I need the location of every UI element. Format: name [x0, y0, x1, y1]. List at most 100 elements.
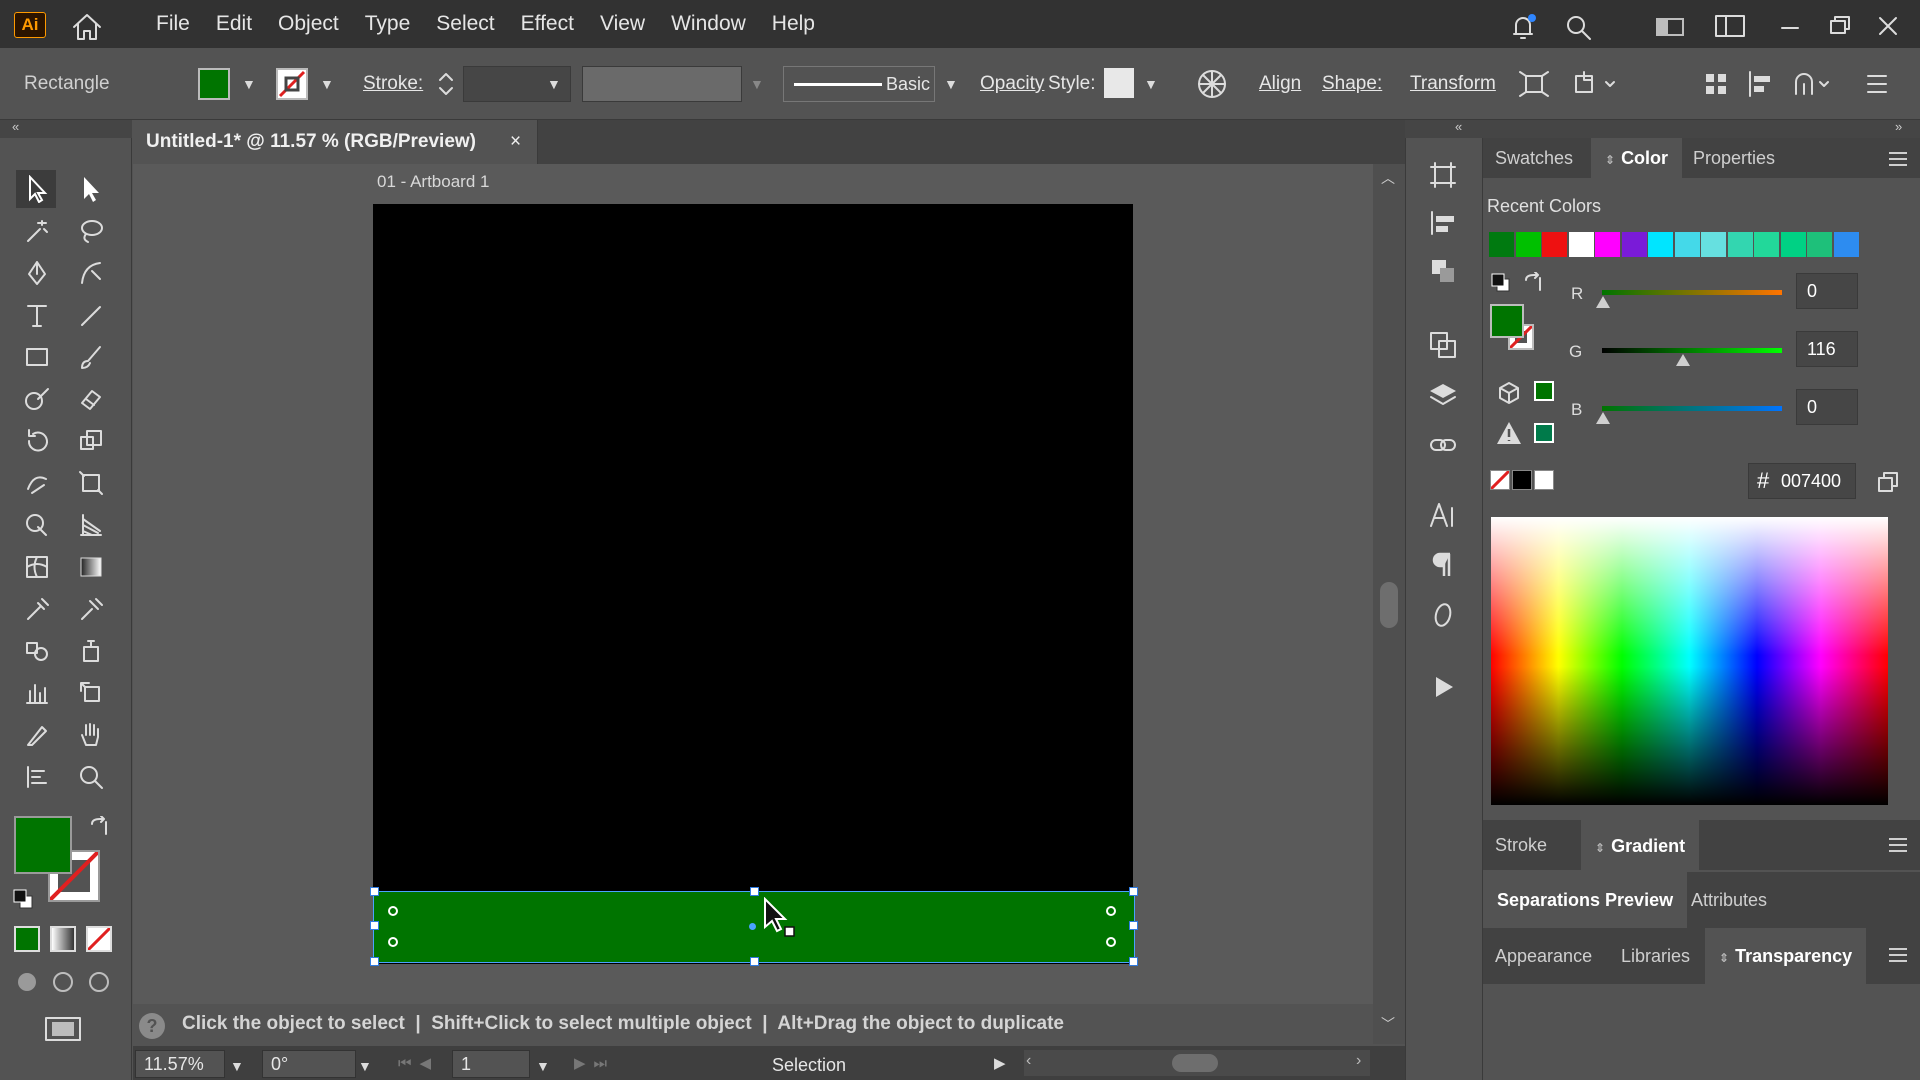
slice-tool-icon[interactable]	[16, 716, 56, 754]
bounding-box-handle[interactable]	[750, 957, 759, 966]
tab-libraries[interactable]: Libraries	[1621, 928, 1690, 984]
arrange-icon[interactable]	[1572, 68, 1620, 100]
shape-label[interactable]: Shape:	[1322, 48, 1382, 120]
shaper-tool-icon[interactable]	[16, 380, 56, 418]
menu-edit[interactable]: Edit	[216, 0, 252, 48]
swap-fill-stroke-icon[interactable]	[1490, 272, 1512, 294]
chevron-down-icon[interactable]: ▼	[944, 76, 958, 92]
restore-icon[interactable]	[1826, 12, 1854, 40]
tab-appearance[interactable]: Appearance	[1495, 928, 1592, 984]
perspective-grid-tool-icon[interactable]	[70, 506, 110, 544]
artboards-panel-icon[interactable]	[1428, 160, 1458, 190]
recent-color-swatch[interactable]	[1621, 232, 1647, 257]
icon-strip-collapse-bar[interactable]: «	[1405, 119, 1483, 138]
selection-tool-icon[interactable]	[16, 170, 56, 208]
none-color-swatch[interactable]	[1490, 470, 1510, 490]
live-corner-widget[interactable]	[1106, 937, 1116, 947]
scrollbar-thumb[interactable]	[1172, 1054, 1218, 1072]
live-corner-widget[interactable]	[388, 937, 398, 947]
hex-value[interactable]: 007400	[1781, 464, 1841, 498]
panel-menu-icon[interactable]	[1889, 948, 1907, 966]
chevron-down-icon[interactable]: ▼	[242, 76, 256, 92]
lasso-tool-icon[interactable]	[70, 212, 110, 250]
paragraph-panel-icon[interactable]	[1428, 550, 1458, 580]
artboard[interactable]	[373, 204, 1133, 964]
color-mode-icon[interactable]	[14, 926, 40, 952]
swap-arrow-icon[interactable]	[1522, 272, 1544, 294]
gradient-mode-icon[interactable]	[50, 926, 76, 952]
menu-window[interactable]: Window	[671, 0, 746, 48]
pathfinder-icon[interactable]	[1790, 68, 1834, 100]
fill-color-box-front[interactable]	[14, 816, 72, 874]
r-slider-knob[interactable]	[1596, 296, 1610, 308]
layers-panel-icon[interactable]	[1428, 380, 1458, 410]
color-fill-swatch-front[interactable]	[1490, 304, 1524, 338]
recent-color-swatch[interactable]	[1489, 232, 1514, 257]
brush-definition[interactable]: Basic	[783, 66, 935, 102]
zoom-tool-icon[interactable]	[70, 758, 110, 796]
menu-view[interactable]: View	[600, 0, 645, 48]
arrange-documents-icon[interactable]	[1714, 12, 1746, 40]
align-label[interactable]: Align	[1259, 48, 1301, 120]
recent-color-swatch[interactable]	[1727, 232, 1753, 257]
collapse-chevron-icon[interactable]: «	[12, 119, 19, 134]
eraser-tool-icon[interactable]	[70, 380, 110, 418]
workspace-layout-icon[interactable]	[1654, 12, 1686, 40]
menu-help[interactable]: Help	[772, 0, 815, 48]
actions-panel-icon[interactable]	[1428, 672, 1458, 702]
black-color-swatch[interactable]	[1512, 470, 1532, 490]
tab-swatches[interactable]: Swatches	[1495, 138, 1573, 178]
live-corner-widget[interactable]	[1106, 906, 1116, 916]
r-slider-track[interactable]	[1602, 290, 1782, 295]
scroll-right-icon[interactable]: ›	[1356, 1052, 1361, 1070]
curvature-tool-icon[interactable]	[70, 254, 110, 292]
character-panel-icon[interactable]	[1428, 500, 1458, 530]
scroll-left-icon[interactable]: ‹	[1026, 1052, 1031, 1070]
minimize-icon[interactable]	[1776, 12, 1804, 40]
panel-dock-collapse-bar[interactable]: »	[1483, 119, 1920, 138]
document-tab[interactable]: Untitled-1* @ 11.57 % (RGB/Preview) ×	[133, 120, 538, 164]
artboard-tool-icon[interactable]	[70, 674, 110, 712]
bounding-box-handle[interactable]	[750, 887, 759, 896]
default-fill-stroke-icon[interactable]	[12, 888, 34, 910]
home-icon[interactable]	[70, 12, 104, 42]
recent-color-swatch[interactable]	[1515, 232, 1541, 257]
panel-menu-icon[interactable]	[1864, 72, 1890, 96]
align-panel-icon[interactable]	[1428, 208, 1458, 238]
artboard-label[interactable]: 01 - Artboard 1	[377, 172, 489, 192]
b-slider-track[interactable]	[1602, 406, 1782, 411]
blend-tool-icon[interactable]	[16, 632, 56, 670]
artboard-nav-first-prev-icon[interactable]: ⏮◀	[398, 1054, 439, 1072]
out-of-web-gamut-icon[interactable]	[1496, 380, 1522, 406]
type-tool-icon[interactable]	[16, 296, 56, 334]
screen-mode-icon[interactable]	[42, 1014, 84, 1044]
out-of-gamut-warning-icon[interactable]	[1496, 420, 1522, 446]
status-menu-icon[interactable]: ▶	[994, 1054, 1006, 1072]
opacity-label[interactable]: Opacity	[980, 48, 1044, 120]
scroll-down-icon[interactable]: ﹀	[1381, 1014, 1395, 1034]
artboard-number-field[interactable]: 1	[452, 1050, 530, 1078]
tab-separations-preview[interactable]: Separations Preview	[1483, 872, 1688, 928]
opentype-panel-icon[interactable]	[1428, 600, 1458, 630]
symbol-sprayer-tool-icon[interactable]	[70, 632, 110, 670]
close-icon[interactable]: ×	[510, 120, 521, 164]
collapse-chevron-icon[interactable]: «	[1455, 119, 1462, 134]
bounding-box-handle[interactable]	[1129, 921, 1138, 930]
document-tab-title[interactable]: Untitled-1* @ 11.57 % (RGB/Preview)	[146, 120, 476, 164]
recent-color-swatch[interactable]	[1542, 232, 1567, 257]
recent-color-swatch[interactable]	[1595, 232, 1620, 257]
artboard-nav-next-last-icon[interactable]: ▶⏭	[574, 1054, 615, 1072]
bounding-box-handle[interactable]	[370, 957, 379, 966]
chevron-down-icon[interactable]: ▼	[750, 76, 764, 92]
graphic-style-swatch[interactable]	[1104, 68, 1134, 98]
shape-builder-tool-icon[interactable]	[16, 506, 56, 544]
measure-tool-icon[interactable]	[70, 590, 110, 628]
recent-color-swatch[interactable]	[1648, 232, 1673, 257]
tab-attributes[interactable]: Attributes	[1691, 872, 1767, 928]
panel-menu-icon[interactable]	[1889, 152, 1907, 170]
panel-menu-icon[interactable]	[1889, 838, 1907, 856]
help-icon[interactable]: ?	[139, 1013, 165, 1039]
variable-width-profile[interactable]	[582, 66, 742, 102]
bounding-box-handle[interactable]	[370, 887, 379, 896]
chevron-down-icon[interactable]: ▼	[320, 76, 334, 92]
